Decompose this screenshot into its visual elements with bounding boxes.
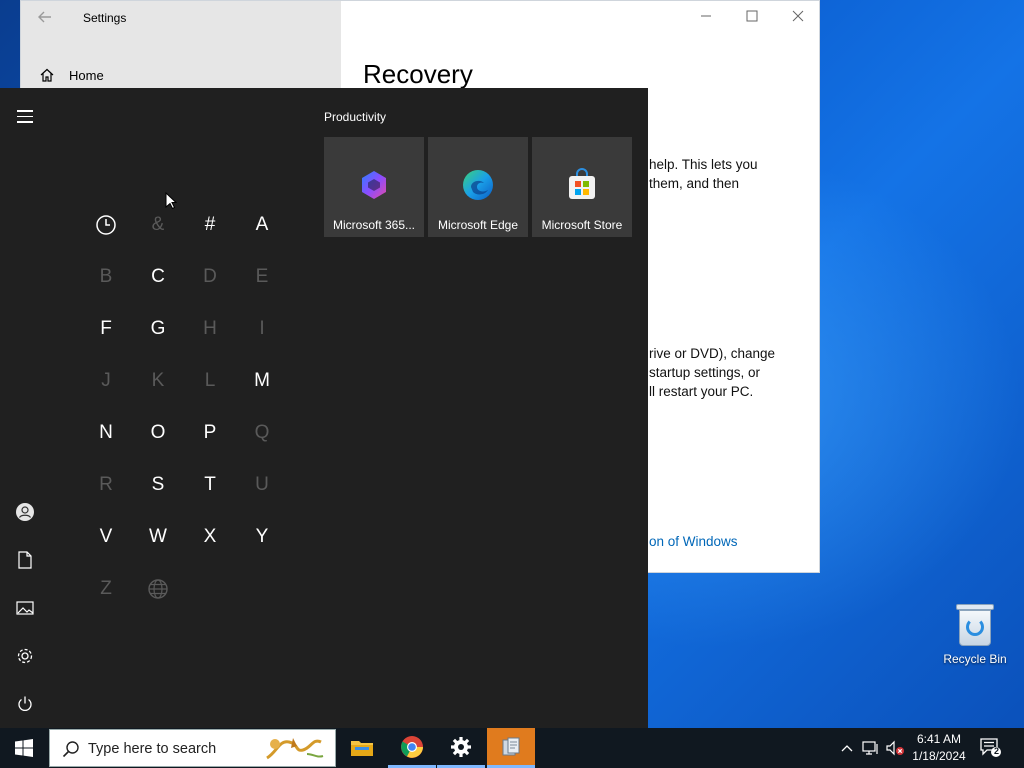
tile-microsoft-365[interactable]: Microsoft 365...	[324, 137, 424, 237]
show-hidden-icons-chevron-icon[interactable]	[838, 728, 856, 768]
jump-letter-x[interactable]: X	[195, 522, 225, 552]
user-icon[interactable]	[15, 502, 35, 522]
jump-letter-h: H	[203, 318, 217, 339]
taskbar-file-explorer[interactable]	[338, 728, 386, 768]
taskbar-clock[interactable]: 6:41 AM 1/18/2024	[904, 731, 974, 765]
documents-icon[interactable]	[15, 550, 35, 570]
clock-time: 6:41 AM	[916, 732, 962, 746]
taskbar: Type here to search 6:41 AM 1/18/2024 2	[0, 728, 1024, 768]
search-icon	[62, 741, 79, 758]
network-icon[interactable]	[860, 728, 882, 768]
clock-date: 1/18/2024	[912, 749, 966, 763]
jump-letter-l: L	[204, 370, 216, 391]
notification-count-badge: 2	[993, 746, 999, 756]
reset-description-line-1: help. This lets you	[649, 157, 758, 172]
jump-letter-c[interactable]: C	[143, 262, 173, 292]
jump-letter-r: R	[99, 474, 113, 495]
globe-icon	[143, 574, 173, 604]
taskbar-chrome[interactable]	[388, 728, 436, 768]
jump-letter-m[interactable]: M	[247, 366, 277, 396]
jump-letter-ampersand: &	[151, 214, 165, 235]
power-icon[interactable]	[15, 694, 35, 714]
start-menu: & # A B C D E F G H I J K L M N O P Q R S T U V W X Y Z Productivit…	[0, 88, 648, 728]
advanced-startup-description-line-1: rive or DVD), change	[649, 346, 776, 361]
jump-letter-k: K	[151, 370, 165, 391]
jump-letter-w[interactable]: W	[143, 522, 173, 552]
jump-letter-z: Z	[100, 578, 112, 599]
jump-letter-n[interactable]: N	[91, 418, 121, 448]
jump-letter-j: J	[101, 370, 111, 391]
advanced-startup-description-line-2: startup settings, or	[649, 365, 761, 380]
windows-version-link[interactable]: on of Windows	[649, 534, 738, 549]
jump-letter-o[interactable]: O	[143, 418, 173, 448]
jump-letter-b: B	[99, 266, 113, 287]
taskbar-settings[interactable]	[437, 728, 485, 768]
jump-letter-e: E	[255, 266, 269, 287]
jump-letter-v[interactable]: V	[91, 522, 121, 552]
volume-muted-icon[interactable]	[884, 728, 906, 768]
back-arrow-icon[interactable]	[37, 9, 53, 30]
home-icon	[40, 68, 54, 82]
jump-letter-g[interactable]: G	[143, 314, 173, 344]
jump-letter-q: Q	[254, 422, 270, 443]
jump-letter-f[interactable]: F	[91, 314, 121, 344]
jump-letter-d: D	[203, 266, 217, 287]
app-icon	[502, 737, 520, 755]
maximize-button[interactable]	[742, 9, 762, 25]
jump-letter-p[interactable]: P	[195, 418, 225, 448]
mouse-cursor-icon	[165, 192, 177, 210]
search-box[interactable]: Type here to search	[49, 729, 336, 767]
jump-letter-s[interactable]: S	[143, 470, 173, 500]
advanced-startup-description-line-3: ll restart your PC.	[649, 384, 754, 399]
hamburger-menu-icon[interactable]	[17, 110, 33, 127]
search-placeholder: Type here to search	[88, 741, 217, 757]
search-highlight-doodle-icon[interactable]	[263, 732, 331, 764]
recycle-bin-shortcut[interactable]: Recycle Bin	[940, 602, 1010, 666]
window-title: Settings	[83, 11, 127, 25]
recycle-bin-icon	[956, 602, 994, 646]
chrome-icon	[401, 735, 423, 758]
file-explorer-icon	[351, 741, 373, 756]
page-title: Recovery	[363, 59, 473, 89]
tile-label: Microsoft 365...	[332, 218, 416, 232]
action-center-button[interactable]: 2	[980, 738, 1002, 758]
jump-letter-u: U	[255, 474, 269, 495]
close-button[interactable]	[788, 9, 808, 25]
windows-logo-icon	[15, 739, 33, 757]
jump-letter-hash[interactable]: #	[195, 210, 225, 240]
start-rail	[0, 88, 50, 728]
start-button[interactable]	[0, 728, 48, 768]
recycle-bin-label: Recycle Bin	[943, 652, 1007, 666]
edge-icon	[463, 170, 493, 200]
jump-letter-t[interactable]: T	[195, 470, 225, 500]
nav-item-home[interactable]: Home	[39, 67, 104, 83]
tile-microsoft-edge[interactable]: Microsoft Edge	[428, 137, 528, 237]
reset-description-line-2: them, and then	[649, 176, 740, 191]
jump-letter-a[interactable]: A	[247, 210, 277, 240]
clock-icon[interactable]	[91, 210, 121, 240]
minimize-button[interactable]	[696, 9, 716, 25]
tile-label: Microsoft Edge	[437, 218, 519, 232]
jump-letter-i: I	[259, 318, 265, 339]
pictures-icon[interactable]	[15, 598, 35, 618]
tile-microsoft-store[interactable]: Microsoft Store	[532, 137, 632, 237]
store-icon	[569, 168, 595, 199]
jump-letter-y[interactable]: Y	[247, 522, 277, 552]
settings-gear-icon	[451, 736, 471, 757]
settings-icon[interactable]	[15, 646, 35, 666]
nav-item-home-label: Home	[69, 67, 104, 83]
tile-label: Microsoft Store	[541, 218, 623, 232]
taskbar-app[interactable]	[487, 728, 535, 768]
microsoft-365-icon	[362, 171, 386, 199]
group-title-productivity: Productivity	[324, 110, 387, 124]
